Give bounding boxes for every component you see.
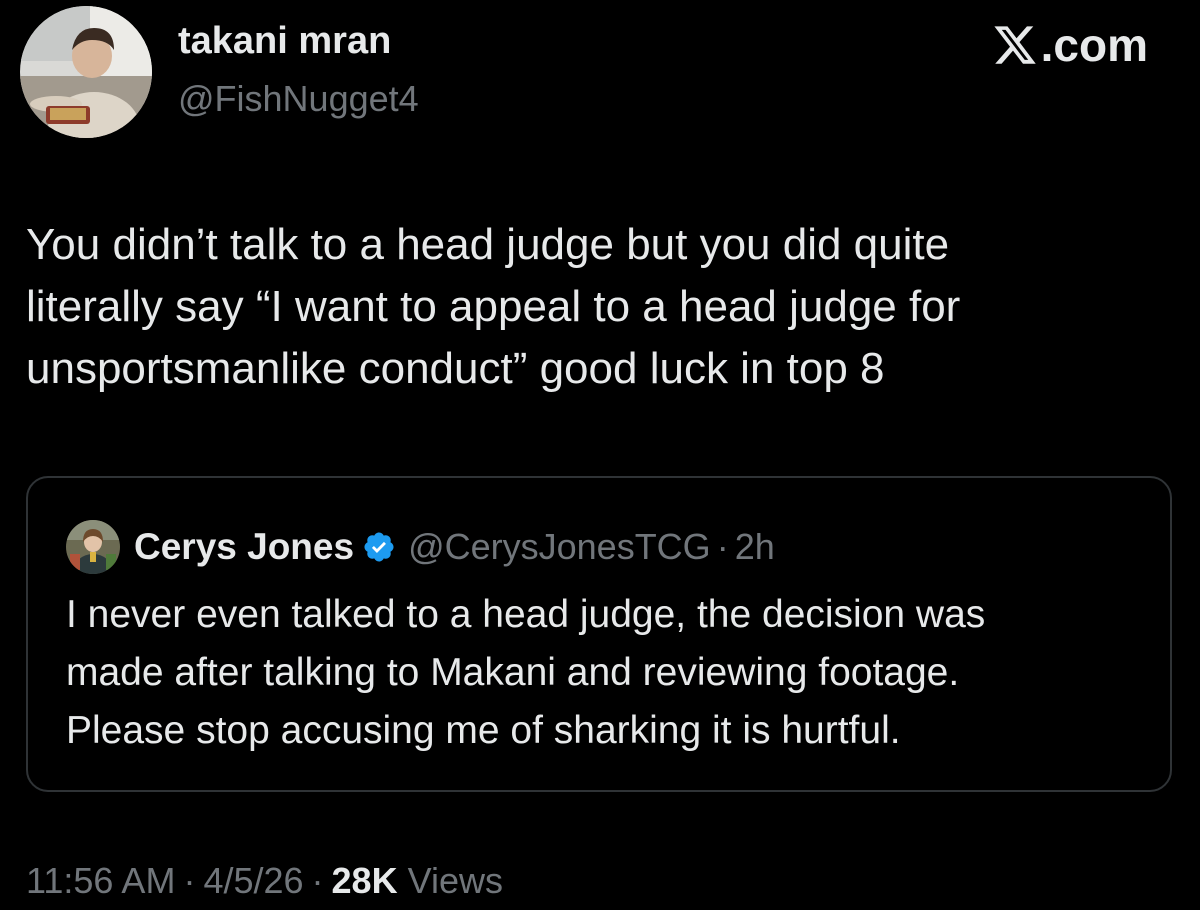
tweet-date[interactable]: 4/5/26 — [203, 860, 303, 901]
author-avatar-image — [20, 6, 152, 138]
tweet-text-line: unsportsmanlike conduct” good luck in to… — [26, 344, 885, 393]
x-com-watermark: .com — [991, 18, 1148, 72]
tweet-text: You didn’t talk to a head judge but you … — [26, 214, 1166, 400]
quoted-author-handle[interactable]: @CerysJonesTCG — [408, 526, 711, 568]
author-display-name[interactable]: takani mran — [178, 20, 391, 63]
quoted-author-display-name[interactable]: Cerys Jones — [134, 526, 354, 568]
quoted-text-line: I never even talked to a head judge, the… — [66, 593, 986, 636]
quoted-tweet-text: I never even talked to a head judge, the… — [66, 586, 1146, 760]
views-count[interactable]: 28K — [332, 860, 398, 901]
quoted-tweet-timestamp[interactable]: 2h — [735, 526, 775, 568]
tweet-time[interactable]: 11:56 AM — [26, 860, 175, 901]
x-logo-icon — [994, 26, 1036, 64]
quoted-tweet-card[interactable]: Cerys Jones @CerysJonesTCG · 2h I never … — [26, 476, 1172, 792]
quoted-text-line: Please stop accusing me of sharking it i… — [66, 709, 901, 752]
author-handle[interactable]: @FishNugget4 — [178, 78, 419, 120]
quoted-header-separator: · — [716, 526, 729, 567]
quoted-text-line: made after talking to Makani and reviewi… — [66, 651, 960, 694]
quoted-tweet-header: Cerys Jones @CerysJonesTCG · 2h — [66, 518, 775, 576]
quoted-author-avatar-image — [66, 520, 120, 574]
quoted-author-avatar[interactable] — [66, 520, 120, 574]
brand-domain-text: .com — [1040, 19, 1148, 71]
views-label: Views — [407, 860, 503, 901]
meta-separator: · — [311, 860, 324, 901]
meta-separator: · — [183, 860, 196, 901]
tweet-text-line: You didn’t talk to a head judge but you … — [26, 220, 950, 269]
tweet-metadata: 11:56 AM · 4/5/26 · 28K Views — [26, 860, 503, 902]
author-avatar[interactable] — [20, 6, 152, 138]
tweet-text-line: literally say “I want to appeal to a hea… — [26, 282, 961, 331]
verified-badge-icon — [364, 532, 394, 562]
tweet-screenshot: takani mran @FishNugget4 .com You didn’t… — [0, 0, 1200, 910]
